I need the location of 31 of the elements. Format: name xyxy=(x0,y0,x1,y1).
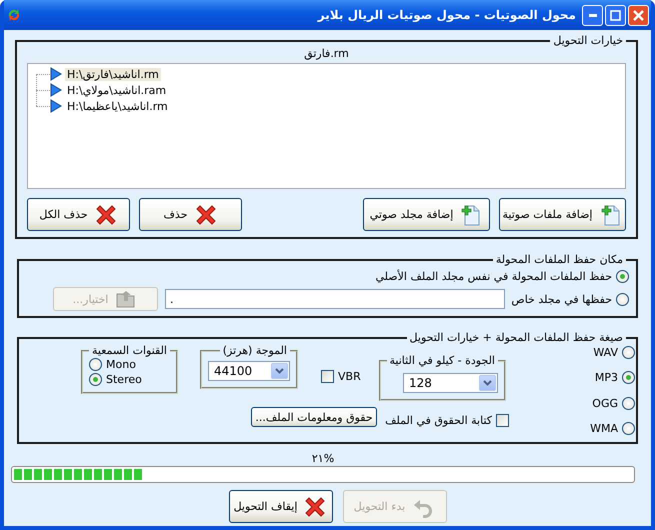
toolbar-button[interactable]: إضافة مجلد صوتي xyxy=(363,198,490,231)
current-file-label: فارتق.rm xyxy=(303,47,350,62)
option-label: كتابة الحقوق في الملف xyxy=(385,414,492,426)
toolbar-button[interactable]: حذف xyxy=(139,198,242,231)
toolbar-button[interactable]: إضافة ملفات صوتية xyxy=(499,198,626,231)
progress-reading: %٢١ xyxy=(310,452,336,466)
group-label: صيغة حفظ الملفات المحولة + خيارات التحويل xyxy=(408,331,624,344)
option-label: Stereo xyxy=(106,373,142,386)
group-label: الجودة - كيلو في الثانية xyxy=(388,354,496,367)
option-label: MP3 xyxy=(594,371,618,384)
file-item[interactable]: H:\اناشيد\ياعظيما.rm xyxy=(65,100,170,112)
dropdown[interactable]: 44100 xyxy=(208,361,290,381)
toolbar-button[interactable]: حذف الكل xyxy=(27,198,130,231)
dropdown[interactable]: 128 xyxy=(403,373,498,393)
option-label: OGG xyxy=(592,396,618,410)
file-item[interactable]: H:\اناشيد\فارتق.rm xyxy=(65,68,161,80)
group-label: خيارات التحويل xyxy=(552,34,624,47)
group-label: مكان حفظ الملفات المحولة xyxy=(494,253,624,266)
option-label: WMA xyxy=(590,422,618,435)
window-title: محول الصوتيات - محول صوتيات الريال بلاير xyxy=(318,8,576,22)
action-button[interactable]: إيقاف التحويل xyxy=(228,490,332,523)
option-label: VBR xyxy=(338,370,361,383)
option-label: حفظ الملفات المحولة في نفس مجلد الملف الأصلي xyxy=(375,270,612,282)
option-label: حفظها في مجلد خاص xyxy=(511,292,612,306)
tags-button[interactable]: حقوق ومعلومات الملف... xyxy=(251,407,377,427)
folder-field[interactable]: . xyxy=(165,289,505,309)
group-label: الموجة (هرتز) xyxy=(222,344,288,357)
file-item[interactable]: H:\اناشيد\مولاي.ram xyxy=(65,84,168,96)
option-label: Mono xyxy=(106,358,136,371)
option-label: WAV xyxy=(593,346,618,359)
group-label: القنوات السمعية xyxy=(91,344,168,357)
